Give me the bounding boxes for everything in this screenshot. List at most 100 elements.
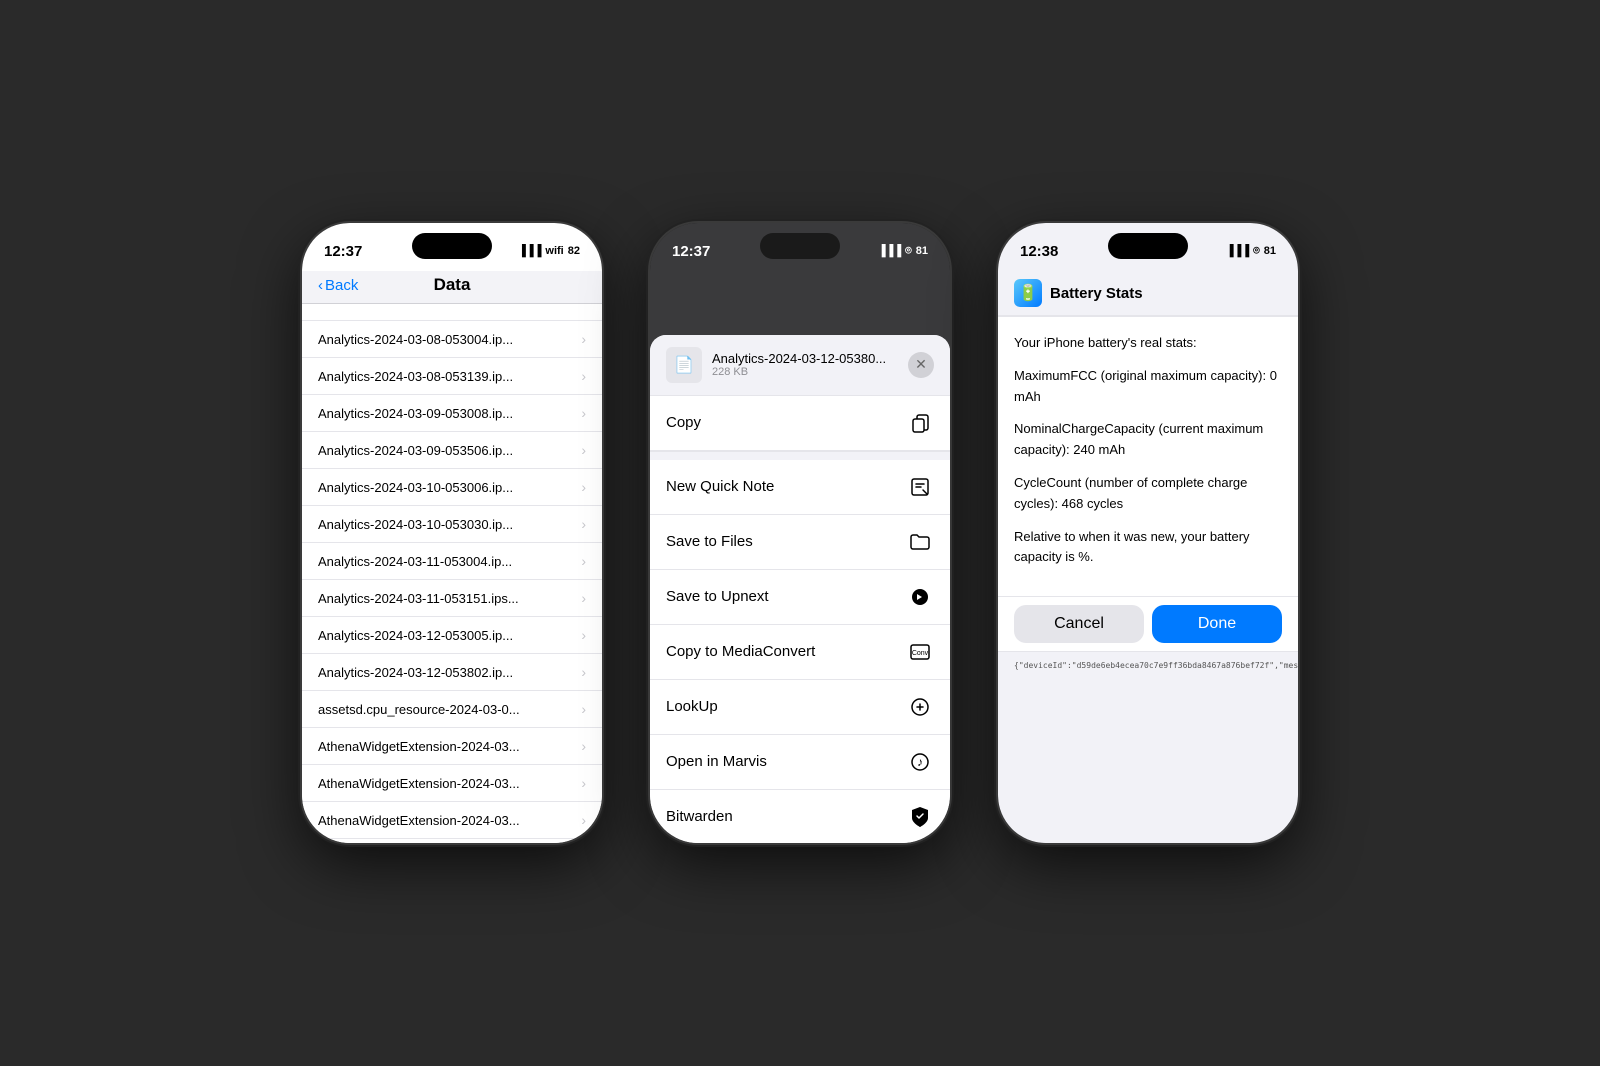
share-menu-marvis[interactable]: Open in Marvis ♪ [650, 735, 950, 790]
file-name: AthenaWidgetExtension-2024-03... [318, 776, 520, 791]
list-item[interactable]: Analytics-2024-03-12-053802.ip... › [302, 654, 602, 691]
chevron-right-icon: › [581, 701, 586, 717]
folder-icon [906, 528, 934, 556]
list-item[interactable]: Analytics-2024-03-09-053506.ip... › [302, 432, 602, 469]
list-item[interactable]: Analytics-2024-03-10-053006.ip... › [302, 469, 602, 506]
file-name: Analytics-2024-03-10-053030.ip... [318, 517, 513, 532]
share-sheet-header: 📄 Analytics-2024-03-12-05380... 228 KB ✕ [650, 335, 950, 396]
chevron-right-icon: › [581, 479, 586, 495]
page-title: Data [434, 275, 471, 295]
wifi-icon-2: ⌾ [905, 245, 912, 258]
battery-stat2: NominalChargeCapacity (current maximum c… [1014, 419, 1282, 461]
list-item[interactable]: Analytics-2024-03-10-053030.ip... › [302, 506, 602, 543]
close-icon: ✕ [915, 356, 927, 373]
file-name: Analytics-2024-03-10-053006.ip... [318, 480, 513, 495]
battery-stat3: CycleCount (number of complete charge cy… [1014, 473, 1282, 515]
battery-intro: Your iPhone battery's real stats: [1014, 333, 1282, 354]
battery-stat4: Relative to when it was new, your batter… [1014, 527, 1282, 569]
list-item[interactable]: AthenaWidgetExtension-2024-03... › [302, 728, 602, 765]
dynamic-island-3 [1108, 233, 1188, 259]
list-item[interactable]: Analytics-2024-03-12-053005.ip... › [302, 617, 602, 654]
list-item[interactable]: Analytics-2024-03-08-053139.ip... › [302, 358, 602, 395]
dynamic-island-2 [760, 233, 840, 259]
share-menu-bitwarden[interactable]: Bitwarden [650, 790, 950, 843]
document-icon: 📄 [674, 355, 694, 375]
chevron-right-icon: › [581, 331, 586, 347]
share-sheet: 📄 Analytics-2024-03-12-05380... 228 KB ✕… [650, 335, 950, 843]
copy-label: Copy [666, 414, 701, 431]
json-content: {"deviceId":"d59de6eb4ecea70c7e9ff36bda8… [1014, 661, 1298, 670]
list-item[interactable]: AthenaWidgetExtension-2024-03... › [302, 839, 602, 843]
battery-app-name: Battery Stats [1050, 285, 1143, 302]
list-item[interactable]: AthenaWidgetExtension-2024-03... › [302, 765, 602, 802]
quick-note-label: New Quick Note [666, 478, 774, 495]
file-name: Analytics-2024-03-09-053506.ip... [318, 443, 513, 458]
share-menu-media-convert[interactable]: Copy to MediaConvert Conv [650, 625, 950, 680]
back-label: Back [325, 277, 358, 294]
nav-bar-1: ‹ Back Data [302, 271, 602, 304]
file-size: 228 KB [712, 366, 908, 378]
marvis-icon: ♪ [906, 748, 934, 776]
signal-icon-1: ▐▐▐ [518, 245, 541, 257]
back-button[interactable]: ‹ Back [318, 277, 358, 294]
share-menu-save-files[interactable]: Save to Files [650, 515, 950, 570]
file-icon: 📄 [666, 347, 702, 383]
list-item[interactable]: Analytics-2024-03-08-053004.ip... › [302, 321, 602, 358]
battery-action-buttons: Cancel Done [998, 596, 1298, 651]
battery-json-data: {"deviceId":"d59de6eb4ecea70c7e9ff36bda8… [998, 652, 1298, 679]
cancel-button[interactable]: Cancel [1014, 605, 1144, 643]
chevron-left-icon: ‹ [318, 277, 323, 294]
file-list: Analytics-2024-03-08-053004.ip... › Anal… [302, 320, 602, 843]
media-convert-icon: Conv [906, 638, 934, 666]
list-item[interactable]: assetsd.cpu_resource-2024-03-0... › [302, 691, 602, 728]
close-button[interactable]: ✕ [908, 352, 934, 378]
chevron-right-icon: › [581, 590, 586, 606]
list-item[interactable]: Analytics-2024-03-11-053151.ips... › [302, 580, 602, 617]
status-icons-2: ▐▐▐ ⌾ 81 [878, 245, 928, 258]
file-name: AthenaWidgetExtension-2024-03... [318, 739, 520, 754]
lookup-icon [906, 693, 934, 721]
chevron-right-icon: › [581, 405, 586, 421]
status-icons-3: ▐▐▐ ⌾ 81 [1226, 245, 1276, 258]
signal-icon-3: ▐▐▐ [1226, 245, 1249, 257]
file-name: Analytics-2024-03-08-053004.ip... [318, 332, 513, 347]
list-item[interactable]: Analytics-2024-03-11-053004.ip... › [302, 543, 602, 580]
time-3: 12:38 [1020, 243, 1058, 260]
quick-note-icon [906, 473, 934, 501]
done-button[interactable]: Done [1152, 605, 1282, 643]
share-menu-lookup[interactable]: LookUp [650, 680, 950, 735]
battery-app-header: 🔋 Battery Stats [998, 271, 1298, 316]
phone-3: 12:38 ▐▐▐ ⌾ 81 🔋 Battery Stats Your iPho… [998, 223, 1298, 843]
upnext-icon [906, 583, 934, 611]
save-upnext-label: Save to Upnext [666, 588, 769, 605]
svg-text:♪: ♪ [917, 755, 923, 769]
list-item[interactable]: Analytics-2024-03-09-053008.ip... › [302, 395, 602, 432]
chevron-right-icon: › [581, 627, 586, 643]
battery-icon-1: 82 [568, 245, 580, 257]
dynamic-island-1 [412, 233, 492, 259]
file-name: Analytics-2024-03-11-053151.ips... [318, 591, 519, 606]
file-name-header: Analytics-2024-03-12-05380... [712, 351, 892, 366]
share-menu-section: New Quick Note Save to Files [650, 460, 950, 843]
copy-icon [906, 409, 934, 437]
battery-app-icon: 🔋 [1014, 279, 1042, 307]
share-menu-save-upnext[interactable]: Save to Upnext [650, 570, 950, 625]
file-name: Analytics-2024-03-09-053008.ip... [318, 406, 513, 421]
wifi-icon-3: ⌾ [1253, 245, 1260, 258]
marvis-label: Open in Marvis [666, 753, 767, 770]
time-1: 12:37 [324, 243, 362, 260]
chevron-right-icon: › [581, 812, 586, 828]
share-menu-quick-note[interactable]: New Quick Note [650, 460, 950, 515]
chevron-right-icon: › [581, 738, 586, 754]
chevron-right-icon: › [581, 368, 586, 384]
media-convert-label: Copy to MediaConvert [666, 643, 815, 660]
phones-container: 12:37 ▐▐▐ wifi 82 ‹ Back Data Analytics-… [302, 223, 1298, 843]
battery-stat1: MaximumFCC (original maximum capacity): … [1014, 366, 1282, 408]
signal-icon-2: ▐▐▐ [878, 245, 901, 257]
share-menu-copy[interactable]: Copy [650, 396, 950, 451]
list-item[interactable]: AthenaWidgetExtension-2024-03... › [302, 802, 602, 839]
chevron-right-icon: › [581, 775, 586, 791]
bitwarden-label: Bitwarden [666, 808, 733, 825]
battery-icon-symbol: 🔋 [1018, 283, 1038, 303]
file-name: Analytics-2024-03-11-053004.ip... [318, 554, 512, 569]
